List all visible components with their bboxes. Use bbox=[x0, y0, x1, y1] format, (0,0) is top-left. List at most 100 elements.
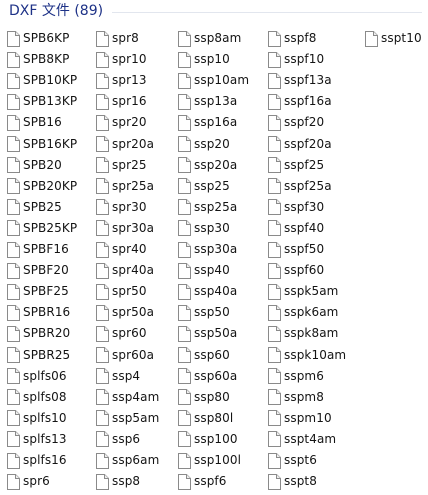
document-icon bbox=[7, 178, 20, 195]
file-item[interactable]: ssp4 bbox=[96, 366, 140, 387]
file-item[interactable]: spr8 bbox=[96, 28, 139, 49]
file-item[interactable]: sspf6 bbox=[178, 471, 226, 492]
file-item[interactable]: SPBF25 bbox=[7, 281, 69, 302]
file-item[interactable]: SPBR20 bbox=[7, 323, 70, 344]
file-item[interactable]: ssp25 bbox=[178, 176, 230, 197]
file-item[interactable]: ssp60 bbox=[178, 345, 230, 366]
file-item[interactable]: ssp10 bbox=[178, 49, 230, 70]
file-item[interactable]: spr20a bbox=[96, 134, 154, 155]
document-icon bbox=[7, 72, 20, 89]
file-item[interactable]: sspf40 bbox=[268, 218, 324, 239]
file-item[interactable]: spr16 bbox=[96, 91, 147, 112]
file-item[interactable]: sspf20 bbox=[268, 112, 324, 133]
document-icon bbox=[96, 220, 109, 237]
file-item[interactable]: sspf13a bbox=[268, 70, 332, 91]
file-item[interactable]: ssp100l bbox=[178, 450, 241, 471]
file-item[interactable]: spr40a bbox=[96, 260, 154, 281]
file-item[interactable]: ssp50 bbox=[178, 302, 230, 323]
file-item[interactable]: ssp30 bbox=[178, 218, 230, 239]
file-item[interactable]: ssp8am bbox=[178, 28, 241, 49]
file-item[interactable]: SPB25 bbox=[7, 197, 62, 218]
file-item[interactable]: ssp20a bbox=[178, 155, 237, 176]
file-item[interactable]: SPB20KP bbox=[7, 176, 77, 197]
file-item[interactable]: sspm10 bbox=[268, 408, 332, 429]
file-item[interactable]: SPBF20 bbox=[7, 260, 69, 281]
file-item[interactable]: SPBR16 bbox=[7, 302, 70, 323]
file-name: sspf20a bbox=[284, 136, 332, 151]
file-item[interactable]: spr20 bbox=[96, 112, 147, 133]
file-item[interactable]: SPB16KP bbox=[7, 134, 77, 155]
file-item[interactable]: ssp8 bbox=[96, 471, 140, 492]
file-item[interactable]: ssp4am bbox=[96, 387, 159, 408]
file-item[interactable]: sspf25a bbox=[268, 176, 332, 197]
file-item[interactable]: splfs16 bbox=[7, 450, 67, 471]
file-item[interactable]: sspk8am bbox=[268, 323, 338, 344]
file-item[interactable]: sspk10am bbox=[268, 345, 346, 366]
file-item[interactable]: ssp13a bbox=[178, 91, 237, 112]
file-item[interactable]: ssp60a bbox=[178, 366, 237, 387]
file-item[interactable]: spr60a bbox=[96, 345, 154, 366]
file-name: SPB16KP bbox=[23, 136, 78, 151]
file-item[interactable]: SPB13KP bbox=[7, 91, 77, 112]
file-item[interactable]: ssp40 bbox=[178, 260, 230, 281]
file-item[interactable]: SPB16 bbox=[7, 112, 62, 133]
file-item[interactable]: spr30 bbox=[96, 197, 147, 218]
file-item[interactable]: ssp16a bbox=[178, 112, 237, 133]
file-item[interactable]: SPB20 bbox=[7, 155, 62, 176]
file-item[interactable]: ssp25a bbox=[178, 197, 237, 218]
file-item[interactable]: sspf60 bbox=[268, 260, 324, 281]
file-item[interactable]: sspm6 bbox=[268, 366, 324, 387]
file-item[interactable]: ssp20 bbox=[178, 134, 230, 155]
file-item[interactable]: ssp10am bbox=[178, 70, 249, 91]
file-item[interactable]: spr25a bbox=[96, 176, 154, 197]
document-icon bbox=[96, 114, 109, 131]
file-item[interactable]: SPB25KP bbox=[7, 218, 77, 239]
file-item[interactable]: sspm8 bbox=[268, 387, 324, 408]
file-name: SPBR20 bbox=[23, 326, 71, 341]
file-item[interactable]: sspf16a bbox=[268, 91, 332, 112]
file-item[interactable]: ssp100 bbox=[178, 429, 238, 450]
file-item[interactable]: spr10 bbox=[96, 49, 147, 70]
file-item[interactable]: sspt10 bbox=[365, 28, 422, 49]
file-item[interactable]: sspf10 bbox=[268, 49, 324, 70]
file-item[interactable]: spr13 bbox=[96, 70, 147, 91]
file-item[interactable]: ssp30a bbox=[178, 239, 237, 260]
file-item[interactable]: SPB8KP bbox=[7, 49, 69, 70]
file-name: SPBR16 bbox=[23, 305, 71, 320]
file-item[interactable]: sspk6am bbox=[268, 302, 338, 323]
file-item[interactable]: ssp80 bbox=[178, 387, 230, 408]
file-item[interactable]: ssp6am bbox=[96, 450, 159, 471]
file-item[interactable]: ssp80l bbox=[178, 408, 233, 429]
file-item[interactable]: SPBF16 bbox=[7, 239, 69, 260]
file-item[interactable]: sspt4am bbox=[268, 429, 336, 450]
file-item[interactable]: sspf50 bbox=[268, 239, 324, 260]
file-item[interactable]: sspt6 bbox=[268, 450, 317, 471]
file-item[interactable]: spr50a bbox=[96, 302, 154, 323]
file-item[interactable]: spr25 bbox=[96, 155, 147, 176]
file-item[interactable]: SPB6KP bbox=[7, 28, 69, 49]
file-item[interactable]: splfs10 bbox=[7, 408, 67, 429]
file-item[interactable]: sspf25 bbox=[268, 155, 324, 176]
document-icon bbox=[178, 157, 191, 174]
file-item[interactable]: spr30a bbox=[96, 218, 154, 239]
file-item[interactable]: spr40 bbox=[96, 239, 147, 260]
file-item[interactable]: sspf20a bbox=[268, 134, 332, 155]
file-item[interactable]: ssp5am bbox=[96, 408, 159, 429]
file-item[interactable]: sspf8 bbox=[268, 28, 316, 49]
file-item[interactable]: spr50 bbox=[96, 281, 147, 302]
file-item[interactable]: sspf30 bbox=[268, 197, 324, 218]
file-item[interactable]: spr60 bbox=[96, 323, 147, 344]
file-item[interactable]: ssp40a bbox=[178, 281, 237, 302]
file-item[interactable]: ssp50a bbox=[178, 323, 237, 344]
file-name: SPB10KP bbox=[23, 73, 78, 88]
file-item[interactable]: spr6 bbox=[7, 471, 50, 492]
file-item[interactable]: sspt8 bbox=[268, 471, 317, 492]
file-item[interactable]: sspk5am bbox=[268, 281, 338, 302]
document-icon bbox=[96, 304, 109, 321]
file-item[interactable]: SPBR25 bbox=[7, 345, 70, 366]
file-item[interactable]: ssp6 bbox=[96, 429, 140, 450]
file-item[interactable]: splfs13 bbox=[7, 429, 67, 450]
file-item[interactable]: SPB10KP bbox=[7, 70, 77, 91]
file-item[interactable]: splfs06 bbox=[7, 366, 67, 387]
file-item[interactable]: splfs08 bbox=[7, 387, 67, 408]
